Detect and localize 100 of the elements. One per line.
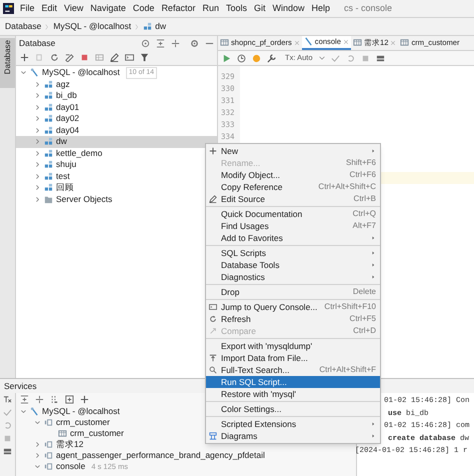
menu-item[interactable]: Add to Favorites	[206, 232, 380, 244]
window-title: cs - console	[344, 2, 392, 15]
chevron-right-icon[interactable]	[34, 184, 41, 192]
collapse-all-icon[interactable]	[156, 38, 165, 48]
chevron-down-icon[interactable]	[34, 463, 41, 470]
breadcrumb-item[interactable]: MySQL - @localhost	[53, 20, 132, 33]
close-icon[interactable]	[342, 38, 349, 44]
layout-icon[interactable]	[3, 447, 12, 456]
chevron-right-icon[interactable]	[34, 161, 41, 168]
menu-item[interactable]: Restore with 'mysql'	[206, 388, 380, 400]
collapse-all-icon[interactable]	[20, 395, 29, 404]
diagram-icon	[209, 432, 217, 440]
stop-icon[interactable]	[80, 53, 89, 62]
menu-item[interactable]: Run SQL Script...	[206, 376, 380, 388]
menu-item[interactable]: Import Data from File...	[206, 352, 380, 364]
menu-item[interactable]: File	[19, 2, 36, 16]
schema-icon	[44, 114, 53, 124]
console-icon[interactable]	[125, 53, 134, 62]
chevron-right-icon[interactable]	[34, 92, 41, 100]
filter-icon[interactable]	[140, 53, 149, 62]
refresh-icon[interactable]	[50, 53, 59, 62]
target-icon[interactable]	[141, 38, 150, 48]
menu-item[interactable]: Quick Documentation Ctrl+Q	[206, 208, 380, 220]
menu-item[interactable]: Navigate	[89, 2, 127, 16]
menu-item[interactable]: Edit	[40, 2, 58, 16]
menu-item[interactable]: SQL Scripts	[206, 247, 380, 259]
tree-item[interactable]: day01	[16, 102, 217, 113]
expand-all-icon[interactable]	[171, 38, 180, 48]
table-icon	[352, 38, 362, 47]
rollback-icon[interactable]	[346, 54, 355, 62]
chevron-right-icon[interactable]	[34, 126, 41, 134]
menu-item[interactable]: Code	[132, 2, 156, 16]
pencil-icon[interactable]	[110, 53, 119, 62]
chevron-right-icon[interactable]	[34, 172, 41, 180]
layout-icon[interactable]	[376, 54, 385, 62]
chevron-right-icon[interactable]	[34, 452, 41, 459]
menu-item[interactable]: Tools	[224, 2, 248, 16]
menu-item[interactable]: View	[63, 2, 84, 16]
tree-item[interactable]: agz	[16, 78, 217, 90]
menu-item[interactable]: Edit Source Ctrl+B	[206, 193, 380, 205]
schema-icon	[44, 160, 53, 170]
chevron-right-icon[interactable]	[34, 150, 41, 157]
menu-item[interactable]: Color Settings...	[206, 403, 380, 415]
menu-item[interactable]: Jump to Query Console... Ctrl+Shift+F10	[206, 301, 380, 313]
add-icon[interactable]	[20, 53, 29, 62]
table-icon	[220, 38, 229, 47]
add-icon[interactable]	[80, 395, 89, 404]
chevron-right-icon[interactable]	[34, 104, 41, 111]
breadcrumb-item[interactable]: Database	[5, 20, 42, 33]
menu-item[interactable]: Find Usages Alt+F7	[206, 220, 380, 232]
expand-all-icon[interactable]	[35, 395, 44, 404]
schema-icon	[44, 172, 53, 181]
shortcut-label: Ctrl+D	[353, 325, 376, 337]
settings-icon[interactable]	[190, 38, 199, 48]
menu-item[interactable]: Help	[310, 2, 332, 16]
menu-item[interactable]: Scripted Extensions	[206, 418, 380, 430]
tree-item[interactable]: bi_db	[16, 90, 217, 102]
chevron-right-icon[interactable]	[34, 196, 41, 203]
chevron-down-icon[interactable]	[20, 69, 27, 76]
history-icon[interactable]	[237, 54, 246, 62]
shortcut-label: Ctrl+Q	[352, 208, 376, 220]
caret-icon[interactable]	[318, 55, 325, 61]
chevron-down-icon[interactable]	[34, 419, 41, 426]
menu-item[interactable]: Drop Delete	[206, 286, 380, 298]
menu-item[interactable]: Export with 'mysqldump'	[206, 340, 380, 352]
menu-item[interactable]: Refactor	[160, 2, 196, 16]
edit-icon[interactable]	[65, 53, 74, 62]
session-icon	[44, 451, 53, 460]
breadcrumb-item[interactable]: dw	[155, 20, 166, 33]
folder-icon	[44, 194, 53, 204]
chevron-right-icon[interactable]	[34, 115, 41, 122]
database-tool-tab[interactable]: Database	[0, 38, 15, 88]
menu-item[interactable]: Run	[201, 2, 220, 16]
menu-item[interactable]: Diagrams	[206, 430, 380, 442]
chevron-right-icon[interactable]	[34, 80, 41, 88]
menu-item[interactable]: Database Tools	[206, 259, 380, 271]
menu-item[interactable]: Refresh Ctrl+F5	[206, 313, 380, 325]
schema-icon	[44, 91, 53, 100]
group-icon[interactable]	[50, 395, 59, 404]
chevron-right-icon[interactable]	[34, 441, 41, 448]
shortcut-label: Ctrl+Alt+Shift+C	[318, 181, 376, 193]
shortcut-label: Shift+F6	[346, 157, 376, 169]
tree-item[interactable]: day02	[16, 113, 217, 124]
menu-item[interactable]: Git	[252, 2, 266, 16]
app-logo-icon	[3, 3, 14, 14]
tree-item[interactable]: day04	[16, 124, 217, 136]
schema-icon	[44, 80, 53, 89]
tree-item[interactable]: dw	[16, 136, 217, 148]
commit-icon[interactable]	[330, 54, 340, 62]
schema-icon	[44, 137, 53, 146]
wrench-icon[interactable]	[267, 54, 276, 62]
menu-item[interactable]: Window	[272, 2, 306, 16]
menu-item[interactable]: Full-Text Search... Ctrl+Alt+Shift+F	[206, 364, 380, 376]
chevron-right-icon[interactable]	[34, 138, 41, 146]
new-tab-icon[interactable]	[65, 395, 74, 404]
schema-icon	[44, 183, 53, 192]
chevron-down-icon[interactable]	[20, 408, 27, 415]
tree-item[interactable]: agent_passenger_performance_brand_agency_pfdetail	[16, 450, 356, 461]
run-icon[interactable]	[222, 54, 231, 62]
menu-item[interactable]: Diagnostics	[206, 271, 380, 283]
